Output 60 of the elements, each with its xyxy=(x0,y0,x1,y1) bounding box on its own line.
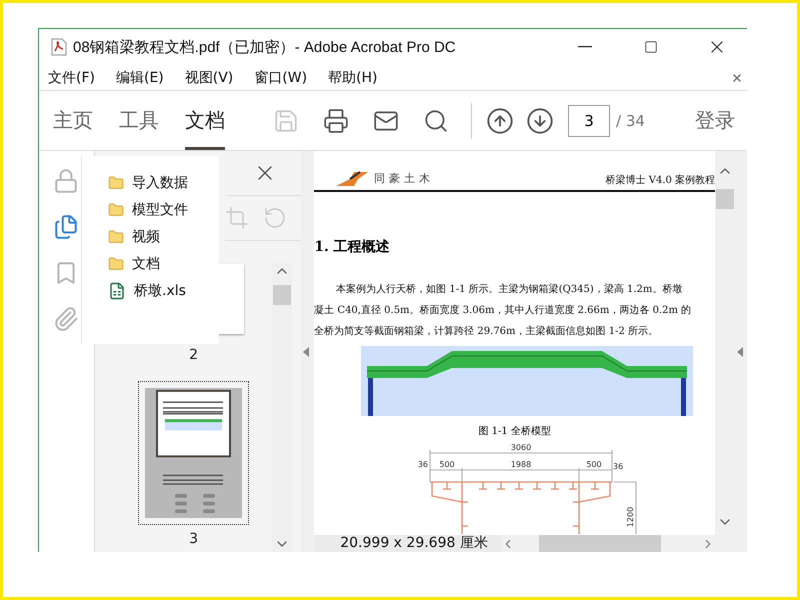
page-size-text: 20.999 x 29.698 厘米 xyxy=(314,535,502,552)
previous-page-button[interactable] xyxy=(486,106,514,134)
dimension-label: 3060 xyxy=(511,443,532,452)
scrollbar-thumb[interactable] xyxy=(273,285,292,305)
tab[interactable]: 主页 xyxy=(53,91,93,150)
paperclip-icon xyxy=(53,306,80,332)
dimension-label: 1988 xyxy=(511,460,532,469)
paragraph-line: 本案例为人行天桥，如图 1-1 所示。主梁为钢箱梁(Q345)，梁高 1.2m。桥墩 xyxy=(335,282,684,296)
expand-arrow-icon[interactable] xyxy=(735,346,746,358)
folder-icon xyxy=(108,256,124,272)
folder-icon xyxy=(108,174,124,190)
menu-item[interactable]: 文件(F) xyxy=(48,68,104,86)
page-thumbnail[interactable] xyxy=(138,381,250,525)
search-icon xyxy=(423,108,449,134)
dimension-label: 500 xyxy=(586,460,602,469)
print-icon xyxy=(323,108,349,134)
dimension-label: 36 xyxy=(418,460,428,469)
menu-item[interactable]: 视图(V) xyxy=(184,68,242,86)
scrollbar-thumb[interactable] xyxy=(539,535,662,552)
file-item[interactable]: 桥墩.xls xyxy=(134,282,186,300)
next-page-button[interactable] xyxy=(526,106,554,134)
tab[interactable]: 工具 xyxy=(119,91,159,150)
pages-icon xyxy=(53,214,80,240)
minimize-icon xyxy=(578,46,592,48)
company-name: 同豪土木 xyxy=(374,170,434,186)
pdf-file-icon xyxy=(51,38,67,56)
file-item[interactable]: 文档 xyxy=(132,254,160,272)
file-item[interactable]: 视频 xyxy=(132,228,160,246)
page-number: 3 xyxy=(189,531,198,547)
horizontal-scrollbar[interactable] xyxy=(501,535,716,552)
dimension-label: 36 xyxy=(613,462,624,471)
header-text: 桥梁博士 V4.0 案例教程 xyxy=(606,174,716,187)
page-number: 2 xyxy=(189,347,198,363)
menu-item[interactable]: 帮助(H) xyxy=(328,68,387,86)
company-logo xyxy=(336,169,370,187)
scrollbar[interactable] xyxy=(272,263,292,552)
dimension-label: 500 xyxy=(440,460,455,469)
page-total: / 34 xyxy=(616,112,645,130)
section-heading: 1. 工程概述 xyxy=(314,238,391,256)
menu-item[interactable]: 编辑(E) xyxy=(116,68,173,86)
window-title: 08钢箱梁教程文档.pdf（已加密）- Adobe Acrobat Pro DC xyxy=(73,38,457,56)
figure-caption: 图 1-1 全桥模型 xyxy=(478,424,551,438)
scrollbar-thumb[interactable] xyxy=(716,189,734,209)
scrollbar[interactable] xyxy=(715,151,736,552)
folder-icon xyxy=(108,228,124,244)
sign-in-button[interactable]: 登录 xyxy=(695,107,735,134)
menu-item[interactable]: 窗口(W) xyxy=(254,68,316,86)
save-icon xyxy=(273,108,299,134)
spreadsheet-icon xyxy=(108,282,126,300)
file-item[interactable]: 模型文件 xyxy=(132,200,188,218)
paragraph-line: 全桥为简支等截面钢箱梁，计算跨径 29.76m，主梁截面信息如图 1-2 所示。 xyxy=(314,324,659,338)
paragraph-line: 凝土 C40,直径 0.5m。桥面宽度 3.06m，其中人行道宽度 2.66m，两边各 0.2m 的 xyxy=(314,304,692,317)
file-item[interactable]: 导入数据 xyxy=(132,174,188,192)
lock-icon xyxy=(53,168,80,194)
maximize-icon xyxy=(644,40,658,54)
folder-icon xyxy=(108,202,124,218)
dimension-label: 1200 xyxy=(626,506,636,528)
collapse-arrow-icon[interactable] xyxy=(301,346,312,358)
close-icon[interactable] xyxy=(731,72,743,84)
page-number-field[interactable]: 3 xyxy=(568,104,610,136)
